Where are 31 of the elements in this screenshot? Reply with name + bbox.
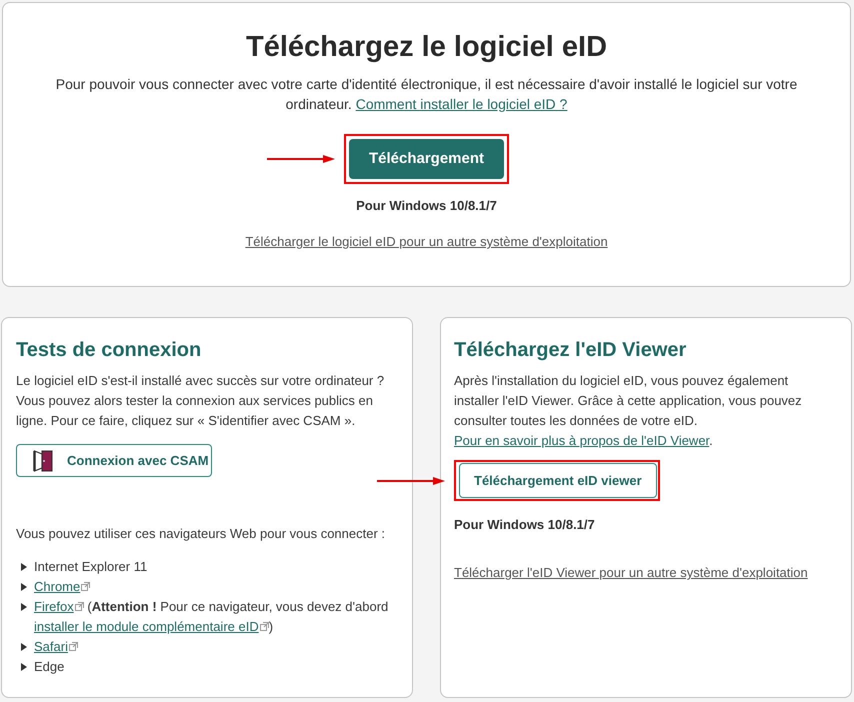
bullet-triangle-icon <box>21 603 27 611</box>
other-os-link[interactable]: Télécharger le logiciel eID pour un autre système d'exploitation <box>245 232 608 252</box>
annotation-arrow <box>377 476 445 486</box>
annotation-arrow <box>266 154 335 164</box>
bullet-triangle-icon <box>21 583 27 591</box>
browser-name: Internet Explorer 11 <box>34 558 148 576</box>
browser-name: Edge <box>34 658 64 676</box>
other-os-link[interactable]: Télécharger l'eID Viewer pour un autre système d'exploitation <box>454 563 808 583</box>
door-icon <box>33 450 53 472</box>
login-button[interactable]: Connexion avec CSAM <box>16 444 212 477</box>
more-info-link[interactable]: Pour en savoir plus à propos de l'eID Viewer <box>454 433 710 448</box>
section-title: Téléchargez l'eID Viewer <box>454 338 686 363</box>
addon-link[interactable]: installer le module complémentaire eID <box>34 619 259 634</box>
browser-note-text: Firefox (Attention ! Pour ce navigateur, vous devez d'abord installer le module complémentaire eID ) <box>34 598 390 636</box>
section-title: Tests de connexion <box>16 338 202 363</box>
browsers-intro-text: Vous pouvez utiliser ces navigateurs Web pour vous connecter : <box>16 525 386 543</box>
download-button[interactable]: Téléchargement eID viewer <box>459 463 657 498</box>
bullet-triangle-icon <box>21 563 27 571</box>
platform-text: Pour Windows 10/8.1/7 <box>356 197 497 215</box>
description-text: Le logiciel eID s'est-il installé avec succès sur votre ordinateur ? Vous pouvez alors tester la connexion aux services publics en ligne. Pour ce faire, cliquez sur « S'identifier avec CSAM ». <box>16 372 386 430</box>
section-title: Téléchargez le logiciel eID <box>246 30 608 65</box>
bullet-triangle-icon <box>21 643 27 651</box>
browser-link[interactable]: Firefox <box>34 599 74 614</box>
help-link[interactable]: Comment installer le logiciel eID ? <box>356 96 568 112</box>
browser-link[interactable]: Safari <box>34 639 68 654</box>
browser-link[interactable]: Chrome <box>34 579 80 594</box>
description-text: Après l'installation du logiciel eID, vous pouvez également installer l'eID Viewer. Grâce à cette application, vous pouvez consulter toutes les données de votre eID. Pour en savoir plus à propos de l'eID Viewer. <box>454 372 803 450</box>
bullet-triangle-icon <box>21 663 27 671</box>
platform-text: Pour Windows 10/8.1/7 <box>454 516 595 534</box>
download-button[interactable]: Téléchargement <box>348 139 504 179</box>
description-text: Pour pouvoir vous connecter avec votre carte d'identité électronique, il est nécessaire d'avoir installé le logiciel sur votre ordinateur. Comment installer le logiciel eID ? <box>54 75 798 114</box>
